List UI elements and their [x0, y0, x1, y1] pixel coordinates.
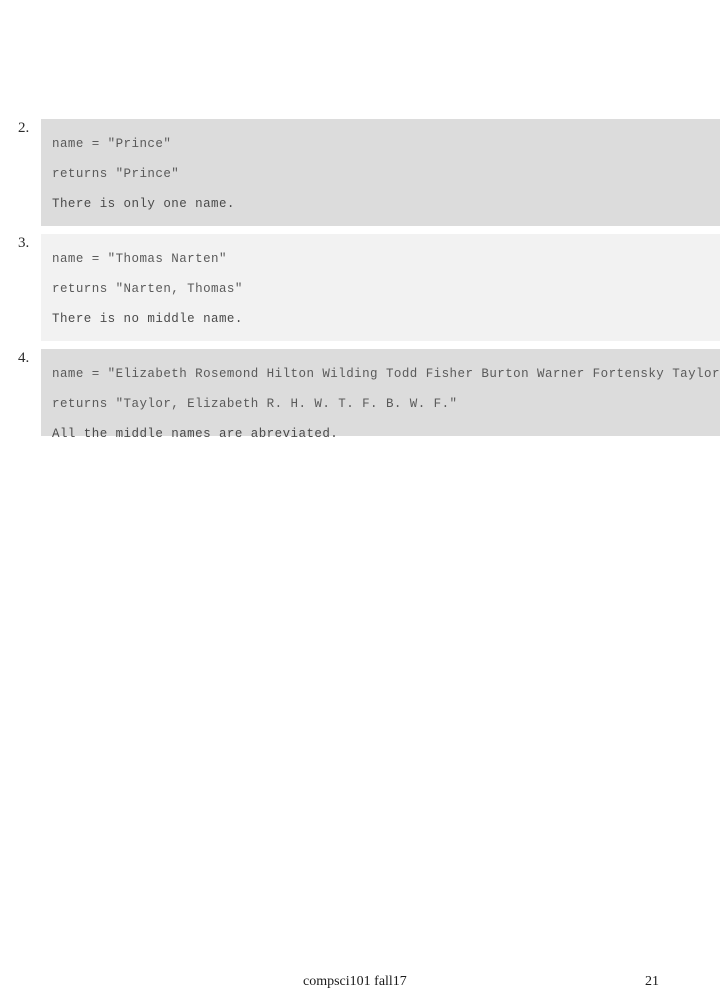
example-number-4: 4. — [18, 350, 30, 366]
footer-page-number: 21 — [645, 974, 659, 989]
slide-canvas: 2. name = "Prince" returns "Prince" Ther… — [0, 0, 720, 989]
code-line-note-4: All the middle names are abreviated. — [52, 427, 339, 441]
code-line-returns-3: returns "Narten, Thomas" — [52, 282, 243, 296]
footer-course-label: compsci101 fall17 — [303, 974, 407, 989]
example-number-3: 3. — [18, 235, 30, 251]
code-line-input-2: name = "Prince" — [52, 137, 172, 151]
example-block-4: name = "Elizabeth Rosemond Hilton Wildin… — [41, 349, 720, 441]
slide-footer: compsci101 fall17 21 — [0, 480, 720, 989]
example-block-2: name = "Prince" returns "Prince" There i… — [41, 119, 720, 226]
example-block-3: name = "Thomas Narten" returns "Narten, … — [41, 234, 720, 341]
code-line-note-2: There is only one name. — [52, 197, 235, 211]
code-line-input-4: name = "Elizabeth Rosemond Hilton Wildin… — [52, 367, 720, 381]
example-number-2: 2. — [18, 120, 30, 136]
code-line-returns-4: returns "Taylor, Elizabeth R. H. W. T. F… — [52, 397, 458, 411]
code-line-note-3: There is no middle name. — [52, 312, 243, 326]
code-line-input-3: name = "Thomas Narten" — [52, 252, 227, 266]
code-line-returns-2: returns "Prince" — [52, 167, 180, 181]
